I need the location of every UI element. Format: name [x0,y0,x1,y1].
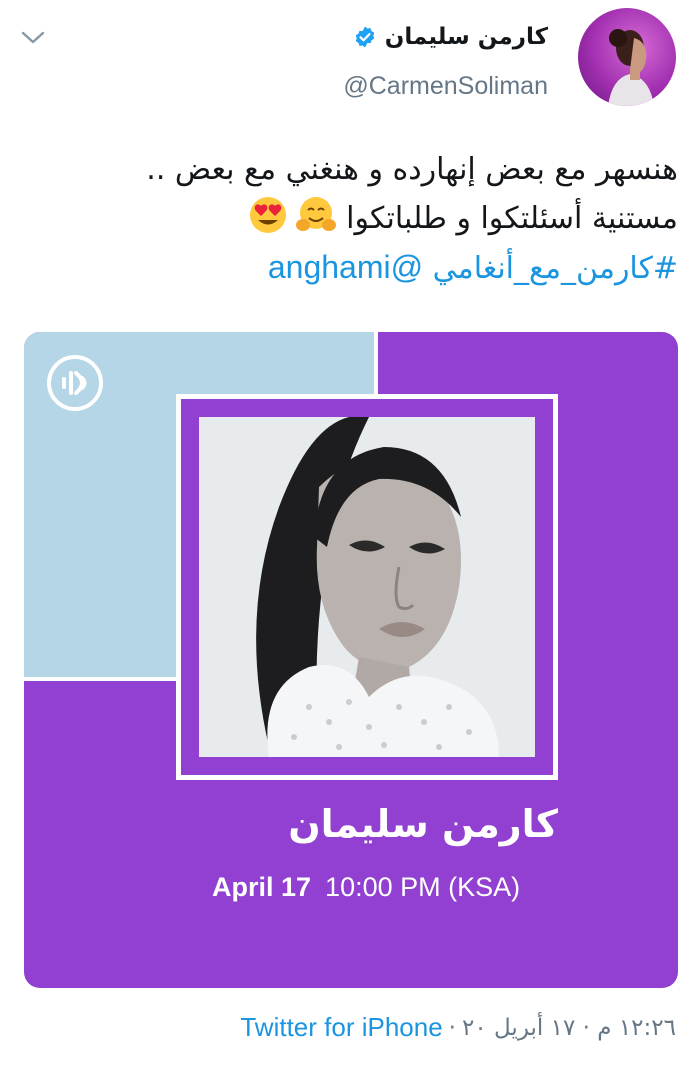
card-event-time: 10:00 PM (KSA) [325,872,521,902]
tweet-text: هنسهر مع بعض إنهارده و هنغني مع بعض .. م… [18,146,678,293]
verified-badge-icon [355,26,374,48]
author-handle[interactable]: @CarmenSoliman [343,72,548,101]
avatar-portrait [608,29,654,106]
tweet-text-line-2: مستنية أسئلتكوا و طلباتكوا [18,194,678,243]
anghami-logo-icon [47,355,103,411]
author-name-row: كارمن سليمان [353,24,548,50]
tweet-text-line-2-text: مستنية أسئلتكوا و طلباتكوا [346,201,678,236]
hashtag-link[interactable]: #كارمن_مع_أنغامي [433,251,678,286]
media-card[interactable]: كارمن سليمان April 17 10:00 PM (KSA) [24,332,678,988]
avatar[interactable] [578,8,676,106]
card-divider-vertical [374,332,378,394]
card-divider-horizontal [24,677,176,681]
display-name[interactable]: كارمن سليمان [385,24,548,50]
tweet-footer: Twitter for iPhone · ١٢:٢٦ م · ١٧ أبريل … [240,1012,676,1043]
tweet-text-line-3: #كارمن_مع_أنغامي @anghami [18,243,678,293]
mention-link[interactable]: @anghami [268,249,423,285]
card-artist-name: كارمن سليمان [288,802,558,846]
card-event-datetime: April 17 10:00 PM (KSA) [212,872,520,903]
photo-frame [176,394,558,780]
hugging-face-icon [295,197,336,231]
footer-separator: · [448,1014,456,1041]
artist-photo [199,417,535,757]
heart-eyes-face-icon [249,197,286,233]
tweet: كارمن سليمان @CarmenSoliman هنسهر مع بعض… [0,0,700,1088]
artist-portrait-illustration [199,417,535,757]
tweet-timestamp[interactable]: ١٢:٢٦ م · ١٧ أبريل ٢٠ [462,1015,676,1041]
chevron-down-icon[interactable] [20,28,46,48]
card-event-date: April 17 [212,872,312,902]
tweet-source-link[interactable]: Twitter for iPhone [240,1012,442,1043]
tweet-text-line-1: هنسهر مع بعض إنهارده و هنغني مع بعض .. [146,152,678,187]
